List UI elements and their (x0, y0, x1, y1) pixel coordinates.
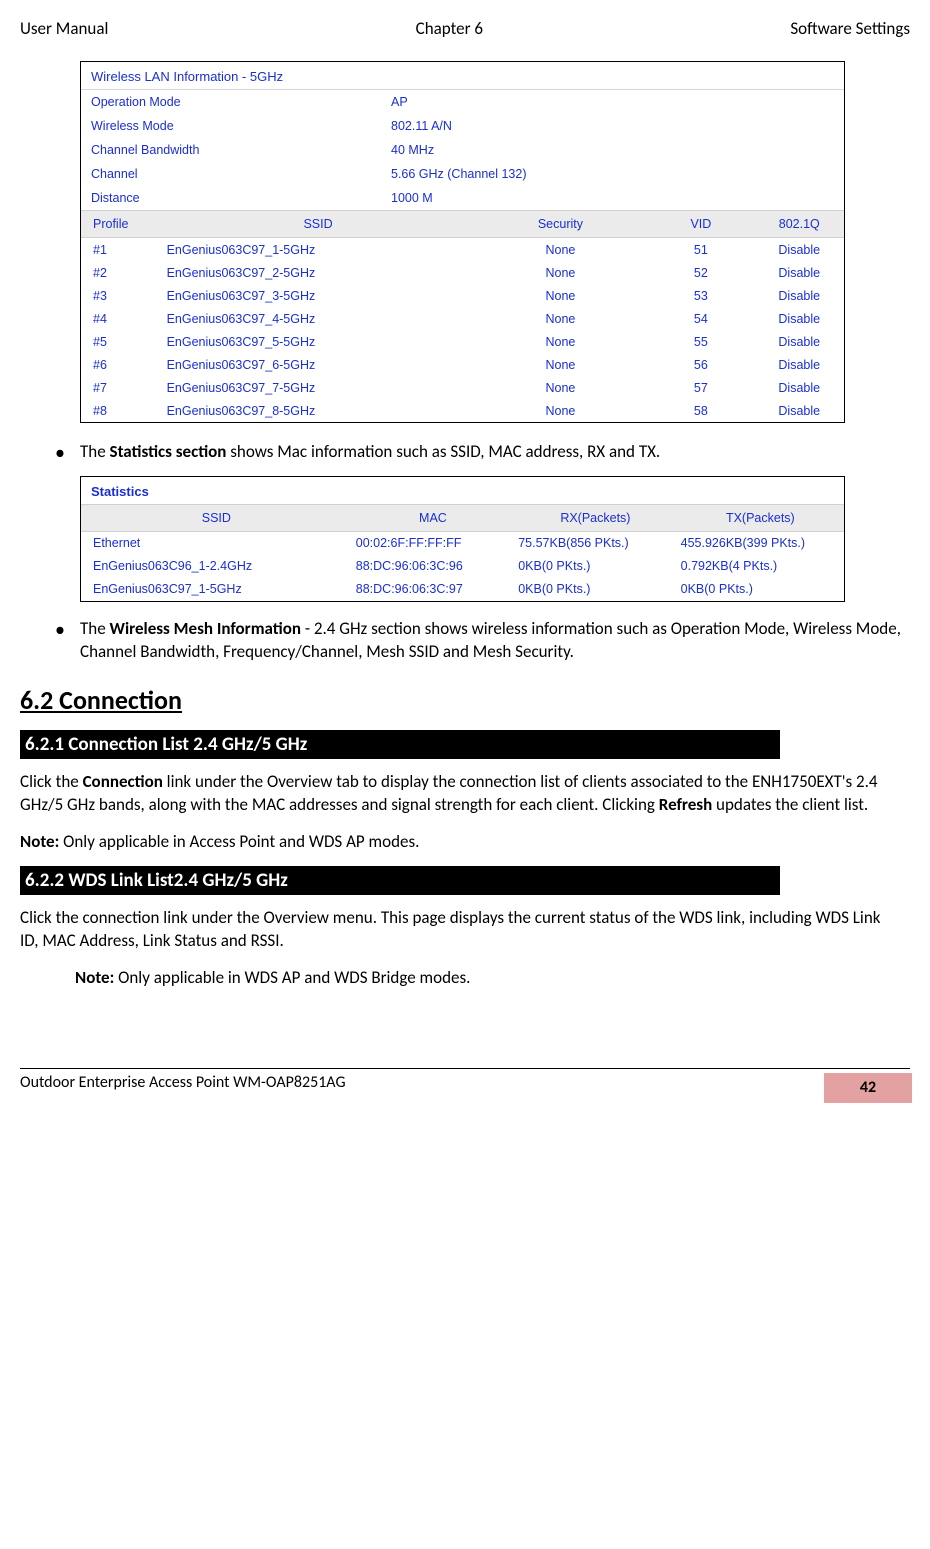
wlan-subheader: Profile SSID Security VID 802.1Q (81, 210, 844, 238)
table-row: #3EnGenius063C97_3-5GHzNone53Disable (81, 284, 844, 307)
page-header: User Manual Chapter 6 Software Settings (20, 10, 910, 49)
header-center: Chapter 6 (416, 18, 483, 39)
footer-text: Outdoor Enterprise Access Point WM-OAP82… (20, 1073, 346, 1092)
stats-title: Statistics (81, 477, 844, 504)
info-row: Operation ModeAP (81, 90, 844, 114)
bullet-stats: The Statistics section shows Mac informa… (50, 441, 910, 472)
table-row: Ethernet00:02:6F:FF:FF:FF75.57KB(856 PKt… (81, 532, 844, 555)
info-row: Wireless Mode802.11 A/N (81, 114, 844, 138)
note-2: Note: Only applicable in WDS AP and WDS … (75, 967, 910, 988)
table-row: #1EnGenius063C97_1-5GHzNone51Disable (81, 238, 844, 261)
table-row: #5EnGenius063C97_5-5GHzNone55Disable (81, 330, 844, 353)
info-row: Distance1000 M (81, 186, 844, 210)
paragraph-connection: Click the Connection link under the Over… (20, 771, 910, 817)
table-row: #7EnGenius063C97_7-5GHzNone57Disable (81, 376, 844, 399)
statistics-table: Statistics SSID MAC RX(Packets) TX(Packe… (80, 476, 845, 602)
page-footer: Outdoor Enterprise Access Point WM-OAP82… (20, 1068, 910, 1103)
header-right: Software Settings (790, 18, 910, 39)
table-row: #8EnGenius063C97_8-5GHzNone58Disable (81, 399, 844, 422)
table-row: EnGenius063C96_1-2.4GHz88:DC:96:06:3C:96… (81, 555, 844, 578)
heading-6-2-2: 6.2.2 WDS Link List2.4 GHz/5 GHz (20, 866, 780, 895)
bullet-mesh: The Wireless Mesh Information - 2.4 GHz … (50, 618, 910, 672)
wlan-title: Wireless LAN Information - 5GHz (81, 62, 844, 89)
info-row: Channel5.66 GHz (Channel 132) (81, 162, 844, 186)
table-row: #2EnGenius063C97_2-5GHzNone52Disable (81, 261, 844, 284)
wlan-info-table: Wireless LAN Information - 5GHz Operatio… (80, 61, 845, 423)
table-row: #6EnGenius063C97_6-5GHzNone56Disable (81, 353, 844, 376)
stats-subheader: SSID MAC RX(Packets) TX(Packets) (81, 504, 844, 532)
heading-6-2: 6.2 Connection (20, 684, 910, 716)
heading-6-2-1: 6.2.1 Connection List 2.4 GHz/5 GHz (20, 730, 780, 759)
header-left: User Manual (20, 18, 108, 39)
table-row: #4EnGenius063C97_4-5GHzNone54Disable (81, 307, 844, 330)
table-row: EnGenius063C97_1-5GHz88:DC:96:06:3C:970K… (81, 578, 844, 601)
info-row: Channel Bandwidth40 MHz (81, 138, 844, 162)
page-number: 42 (824, 1073, 912, 1103)
note-1: Note: Only applicable in Access Point an… (20, 831, 910, 852)
paragraph-wds: Click the connection link under the Over… (20, 907, 910, 953)
